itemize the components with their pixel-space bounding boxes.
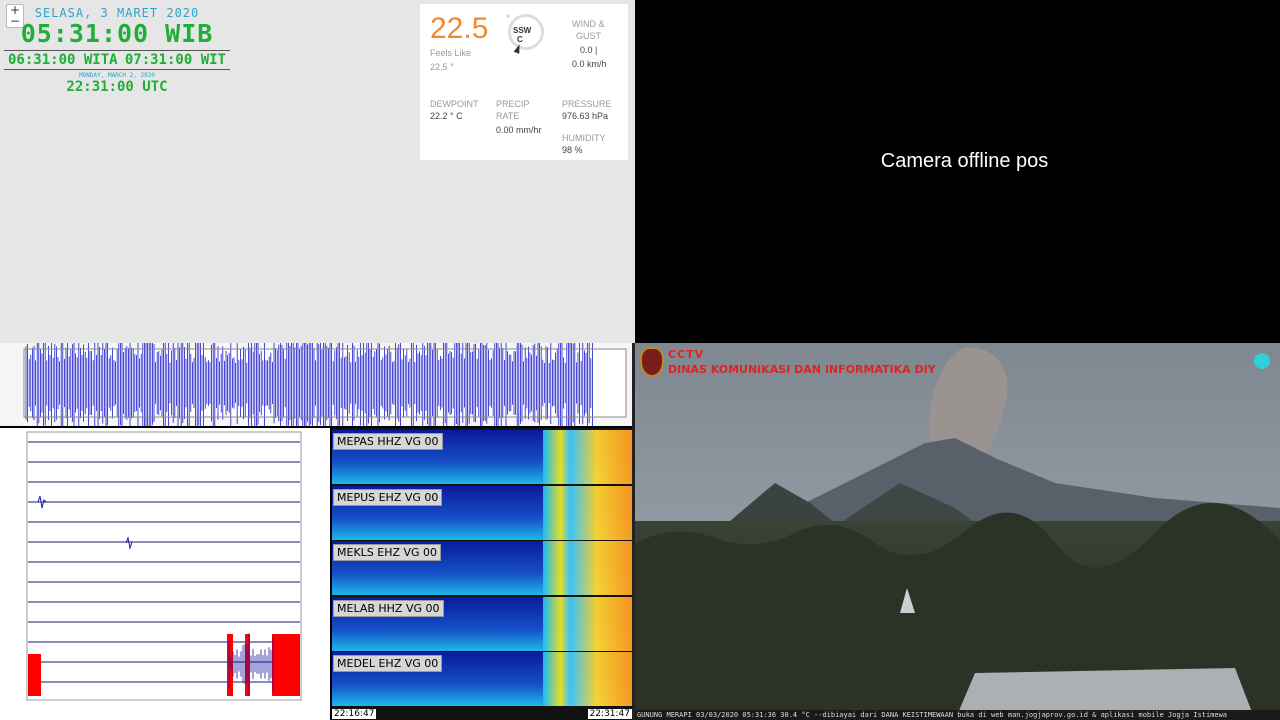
spectrogram-channel-label: MEKLS EHZ VG 00 xyxy=(333,544,442,561)
spectrogram-channel-label: MEPAS HHZ VG 00 xyxy=(333,433,443,450)
time-wib: 05:31:00 WIB xyxy=(20,19,214,48)
dewpoint-label: DEWPOINT xyxy=(430,99,479,109)
spectrogram-end-time: 22:31:47 xyxy=(587,709,632,719)
clipped-signal xyxy=(272,634,300,696)
local-date: SELASA, 3 MARET 2020 xyxy=(34,6,200,20)
wind-value: 0.0 | xyxy=(580,45,598,55)
camera-offline-message: Camera offline pos xyxy=(880,150,1049,172)
gust-label: GUST xyxy=(576,31,602,41)
seismogram-panel xyxy=(0,428,330,720)
clipped-signal xyxy=(227,634,233,696)
settings-icon[interactable] xyxy=(1254,353,1270,369)
weather-widget: 22.5 ° SSW C Feels Like 22.5 ° WIND & GUS… xyxy=(420,4,628,160)
precip-value: 0.00 mm/hr xyxy=(496,125,542,135)
cctv-title: CCTV xyxy=(668,348,705,361)
spectrogram-hot-region xyxy=(543,430,632,484)
spectrogram-channel-label: MELAB HHZ VG 00 xyxy=(333,599,444,617)
time-wit: 07:31:00 WIT xyxy=(124,52,226,68)
precip-label: PRECIP xyxy=(496,99,530,109)
humidity-label: HUMIDITY xyxy=(562,133,606,143)
live-camera-view[interactable]: CCTV DINAS KOMUNIKASI DAN INFORMATIKA DI… xyxy=(635,343,1280,720)
spectrogram-channel: MEDEL EHZ VG 00 xyxy=(332,652,632,706)
spectrogram-channel: MEKLS EHZ VG 00 xyxy=(332,541,632,595)
volcano-scene xyxy=(635,343,1280,720)
government-emblem-icon xyxy=(640,347,664,377)
dashboard: + − SELASA, 3 MARET 2020 05:31:00 WIB 06… xyxy=(0,0,1280,720)
camera-caption: GUNUNG MERAPI 03/03/2020 05:31:36 30.4 °… xyxy=(635,710,1280,720)
clock-block: SELASA, 3 MARET 2020 05:31:00 WIB 06:31:… xyxy=(4,6,230,95)
wind-direction-sub: C xyxy=(517,35,523,44)
feels-like-label: Feels Like xyxy=(430,48,472,58)
temperature-value: 22.5 xyxy=(430,12,489,45)
spectrogram-channel-label: MEDEL EHZ VG 00 xyxy=(333,655,443,672)
offline-camera-panel: Camera offline pos xyxy=(635,0,1280,343)
seismogram-traces xyxy=(26,431,302,701)
seismic-strip-chart xyxy=(0,343,632,426)
clipped-signal xyxy=(28,654,41,696)
spectrogram-hot-region xyxy=(543,541,632,595)
spectrogram-hot-region xyxy=(543,652,632,706)
wind-label: WIND & xyxy=(572,19,605,29)
cctv-agency: DINAS KOMUNIKASI DAN INFORMATIKA DIY xyxy=(668,363,936,376)
wind-needle-icon xyxy=(513,43,523,54)
pressure-value: 976.63 hPa xyxy=(562,111,609,121)
pressure-label: PRESSURE xyxy=(562,99,612,109)
spectrogram-channel-label: MEPUS EHZ VG 00 xyxy=(333,488,443,506)
wind-direction: SSW C xyxy=(513,26,532,44)
spectrogram-hot-region xyxy=(543,596,632,651)
spectrogram-channel: MELAB HHZ VG 00 xyxy=(332,596,632,651)
humidity-value: 98 % xyxy=(562,145,583,155)
time-utc: 22:31:00 UTC xyxy=(66,79,168,95)
clock-weather-panel: + − SELASA, 3 MARET 2020 05:31:00 WIB 06… xyxy=(0,0,635,343)
spectrogram-panel: MEPAS HHZ VG 00 MEPUS EHZ VG 00 MEKLS EHZ … xyxy=(332,428,632,720)
strip-trace xyxy=(23,343,627,426)
feels-like-value: 22.5 ° xyxy=(430,62,454,72)
spectrogram-start-time: 22:16:47 xyxy=(332,709,377,719)
time-wita: 06:31:00 WITA xyxy=(8,52,118,68)
rate-label: RATE xyxy=(496,111,520,121)
seismogram-frame xyxy=(26,431,302,701)
spectrogram-hot-region xyxy=(543,485,632,540)
gust-value: 0.0 km/h xyxy=(572,59,607,69)
dewpoint-value: 22.2 ° C xyxy=(430,111,463,121)
spectrogram-channel: MEPUS EHZ VG 00 xyxy=(332,485,632,540)
regional-times: 06:31:00 WITA 07:31:00 WIT xyxy=(4,50,230,70)
spectrogram-channel: MEPAS HHZ VG 00 xyxy=(332,430,632,484)
utc-date: MONDAY, MARCH 2, 2020 xyxy=(79,72,155,79)
